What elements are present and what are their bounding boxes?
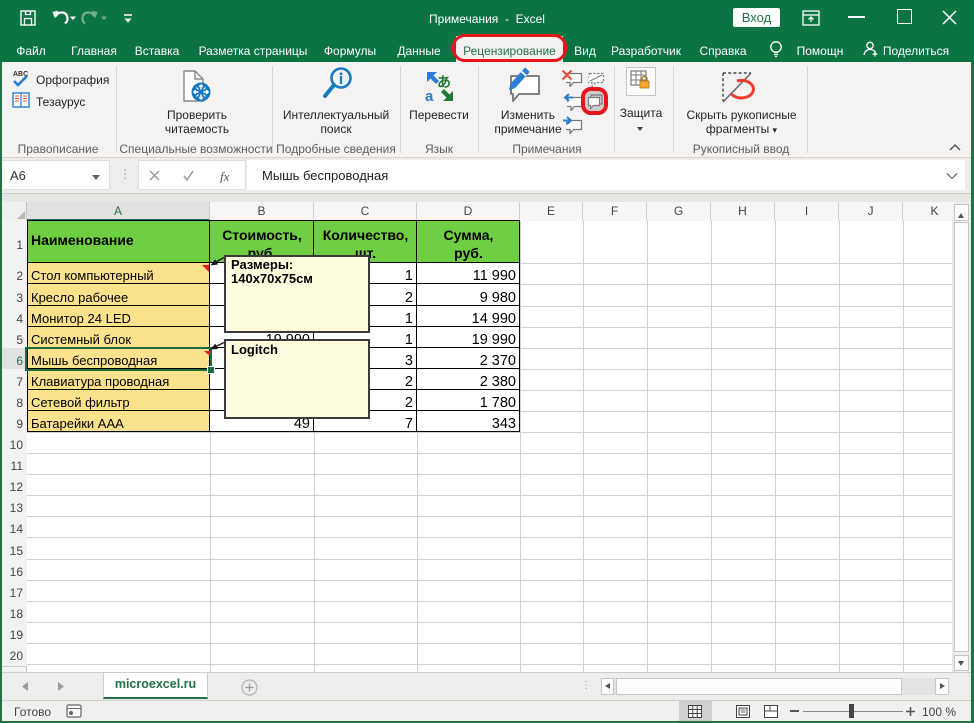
svg-text:あ: あ: [437, 74, 451, 90]
svg-text:a: a: [425, 88, 434, 103]
svg-text:fx: fx: [220, 169, 230, 183]
